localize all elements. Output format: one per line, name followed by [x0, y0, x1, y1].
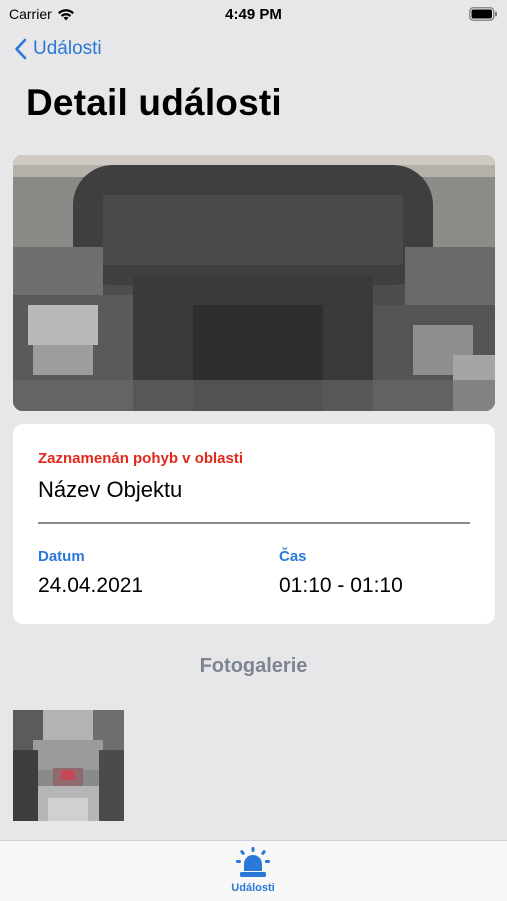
battery-icon: [469, 7, 498, 21]
event-photo: [13, 155, 495, 411]
chevron-left-icon: [15, 38, 27, 60]
divider: [38, 522, 470, 524]
tab-events-label: Události: [231, 882, 275, 894]
time-value: 01:10 - 01:10: [279, 574, 403, 597]
date-value: 24.04.2021: [38, 574, 144, 597]
time-label: Čas: [279, 548, 307, 565]
event-type-label: Zaznamenán pohyb v oblasti: [38, 450, 244, 467]
gallery-thumbnail[interactable]: [13, 710, 124, 821]
event-detail-card: Zaznamenán pohyb v oblasti Název Objektu…: [13, 424, 495, 624]
gallery-title: Fotogalerie: [199, 655, 308, 677]
status-time: 4:49 PM: [225, 6, 282, 23]
tab-bar: Události: [0, 840, 507, 901]
back-button[interactable]: Události: [14, 38, 102, 60]
object-name: Název Objektu: [38, 477, 183, 502]
status-bar: Carrier 4:49 PM: [0, 0, 507, 30]
tab-events[interactable]: Události: [203, 847, 303, 899]
back-button-label: Události: [33, 38, 102, 59]
alarm-light-icon: [236, 847, 270, 877]
date-label: Datum: [38, 548, 85, 565]
page-title: Detail události: [26, 82, 282, 123]
